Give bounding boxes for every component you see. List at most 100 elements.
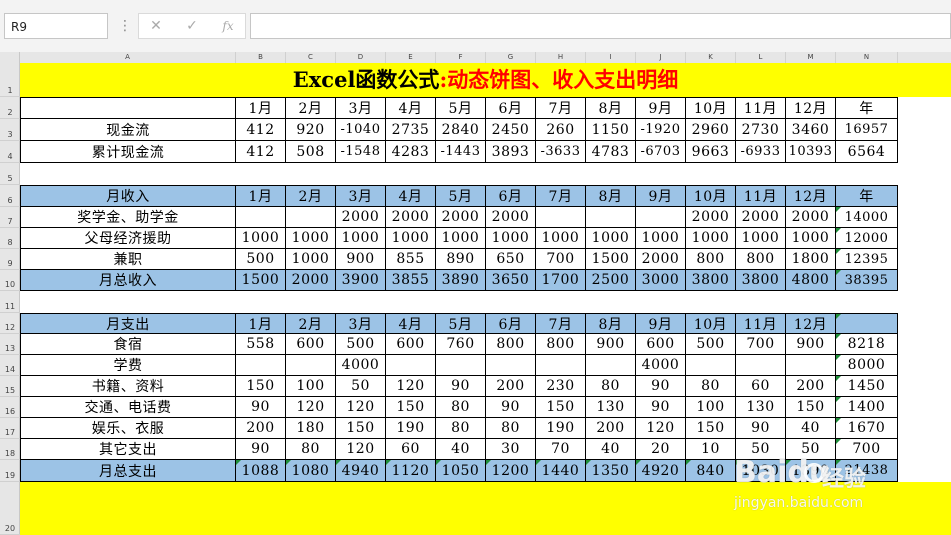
cell-m8[interactable]: 1000 — [786, 228, 836, 249]
cell-g10[interactable]: 3650 — [486, 270, 536, 291]
row-header-17[interactable]: 17 — [0, 418, 20, 439]
cell-f16[interactable]: 80 — [436, 397, 486, 418]
cell-j6[interactable]: 9月 — [636, 185, 686, 207]
cell-e9[interactable]: 855 — [386, 249, 436, 270]
cell-k16[interactable]: 100 — [686, 397, 736, 418]
cell-k19[interactable]: 840 — [686, 460, 736, 482]
cell-h14[interactable] — [536, 355, 586, 376]
cell-j2[interactable]: 9月 — [636, 97, 686, 119]
column-header-c[interactable]: C — [286, 52, 336, 63]
row-label-cell[interactable]: 月支出 — [20, 313, 236, 334]
cell-h3[interactable]: 260 — [536, 119, 586, 141]
cell-j12[interactable]: 9月 — [636, 313, 686, 334]
cell-m13[interactable]: 900 — [786, 334, 836, 355]
cancel-icon[interactable]: ✕ — [141, 14, 171, 38]
cell-f12[interactable]: 5月 — [436, 313, 486, 334]
cell-j16[interactable]: 90 — [636, 397, 686, 418]
cell-g16[interactable]: 90 — [486, 397, 536, 418]
cell-e2[interactable]: 4月 — [386, 97, 436, 119]
cell-i16[interactable]: 130 — [586, 397, 636, 418]
cell-h8[interactable]: 1000 — [536, 228, 586, 249]
row-header-7[interactable]: 7 — [0, 207, 20, 228]
cell-k4[interactable]: 9663 — [686, 141, 736, 163]
cell-i13[interactable]: 900 — [586, 334, 636, 355]
cell-g17[interactable]: 80 — [486, 418, 536, 439]
cell-c18[interactable]: 80 — [286, 439, 336, 460]
cell-g19[interactable]: 1200 — [486, 460, 536, 482]
column-header-i[interactable]: I — [586, 52, 636, 63]
column-header-a[interactable]: A — [20, 52, 236, 63]
cell-d4[interactable]: -1548 — [336, 141, 386, 163]
cell-f8[interactable]: 1000 — [436, 228, 486, 249]
cell-k17[interactable]: 150 — [686, 418, 736, 439]
cell-k3[interactable]: 2960 — [686, 119, 736, 141]
row-header-2[interactable]: 2 — [0, 97, 20, 119]
cell-g3[interactable]: 2450 — [486, 119, 536, 141]
cell-h7[interactable] — [536, 207, 586, 228]
cell-h9[interactable]: 700 — [536, 249, 586, 270]
cell-d14[interactable]: 4000 — [336, 355, 386, 376]
cell-k2[interactable]: 10月 — [686, 97, 736, 119]
cell-n16[interactable]: 1400 — [836, 397, 898, 418]
row-label-cell[interactable]: 月总收入 — [20, 270, 236, 291]
cell-j18[interactable]: 20 — [636, 439, 686, 460]
fx-icon[interactable]: fx — [213, 14, 243, 38]
cell-e6[interactable]: 4月 — [386, 185, 436, 207]
cell-h16[interactable]: 150 — [536, 397, 586, 418]
cell-d18[interactable]: 120 — [336, 439, 386, 460]
cell-i2[interactable]: 8月 — [586, 97, 636, 119]
cell-j4[interactable]: -6703 — [636, 141, 686, 163]
cell-e18[interactable]: 60 — [386, 439, 436, 460]
cell-h19[interactable]: 1440 — [536, 460, 586, 482]
cell-n18[interactable]: 700 — [836, 439, 898, 460]
cell-b18[interactable]: 90 — [236, 439, 286, 460]
cell-j8[interactable]: 1000 — [636, 228, 686, 249]
cell-b17[interactable]: 200 — [236, 418, 286, 439]
cell-h15[interactable]: 230 — [536, 376, 586, 397]
cell-h18[interactable]: 70 — [536, 439, 586, 460]
column-header-l[interactable]: L — [736, 52, 786, 63]
row-header-14[interactable]: 14 — [0, 355, 20, 376]
row-label-cell[interactable]: 学费 — [20, 355, 236, 376]
cell-c16[interactable]: 120 — [286, 397, 336, 418]
cell-d7[interactable]: 2000 — [336, 207, 386, 228]
cell-g14[interactable] — [486, 355, 536, 376]
cell-e17[interactable]: 190 — [386, 418, 436, 439]
cell-j7[interactable] — [636, 207, 686, 228]
select-all-corner[interactable] — [0, 52, 20, 63]
cell-k15[interactable]: 80 — [686, 376, 736, 397]
cell-m16[interactable]: 150 — [786, 397, 836, 418]
row-label-cell[interactable]: 书籍、资料 — [20, 376, 236, 397]
cell-m2[interactable]: 12月 — [786, 97, 836, 119]
cell-c19[interactable]: 1080 — [286, 460, 336, 482]
cell-g12[interactable]: 6月 — [486, 313, 536, 334]
cell-l16[interactable]: 130 — [736, 397, 786, 418]
cell-e13[interactable]: 600 — [386, 334, 436, 355]
cell-b14[interactable] — [236, 355, 286, 376]
cell-m15[interactable]: 200 — [786, 376, 836, 397]
cell-l15[interactable]: 60 — [736, 376, 786, 397]
row-label-cell[interactable]: 月收入 — [20, 185, 236, 207]
cell-k9[interactable]: 800 — [686, 249, 736, 270]
cell-f6[interactable]: 5月 — [436, 185, 486, 207]
cell-h17[interactable]: 190 — [536, 418, 586, 439]
cell-m10[interactable]: 4800 — [786, 270, 836, 291]
cell-l3[interactable]: 2730 — [736, 119, 786, 141]
cell-i12[interactable]: 8月 — [586, 313, 636, 334]
cell-m19[interactable]: 1390 — [786, 460, 836, 482]
row-header-4[interactable]: 4 — [0, 141, 20, 163]
cell-j17[interactable]: 120 — [636, 418, 686, 439]
row-label-cell[interactable]: 娱乐、衣服 — [20, 418, 236, 439]
cell-m9[interactable]: 1800 — [786, 249, 836, 270]
cell-l10[interactable]: 3800 — [736, 270, 786, 291]
column-header-b[interactable]: B — [236, 52, 286, 63]
cell-e7[interactable]: 2000 — [386, 207, 436, 228]
cell-f4[interactable]: -1443 — [436, 141, 486, 163]
cell-n10[interactable]: 38395 — [836, 270, 898, 291]
cell-l12[interactable]: 11月 — [736, 313, 786, 334]
cell-m14[interactable] — [786, 355, 836, 376]
cell-n7[interactable]: 14000 — [836, 207, 898, 228]
cell-k14[interactable] — [686, 355, 736, 376]
cell-g2[interactable]: 6月 — [486, 97, 536, 119]
row-label-cell[interactable]: 食宿 — [20, 334, 236, 355]
